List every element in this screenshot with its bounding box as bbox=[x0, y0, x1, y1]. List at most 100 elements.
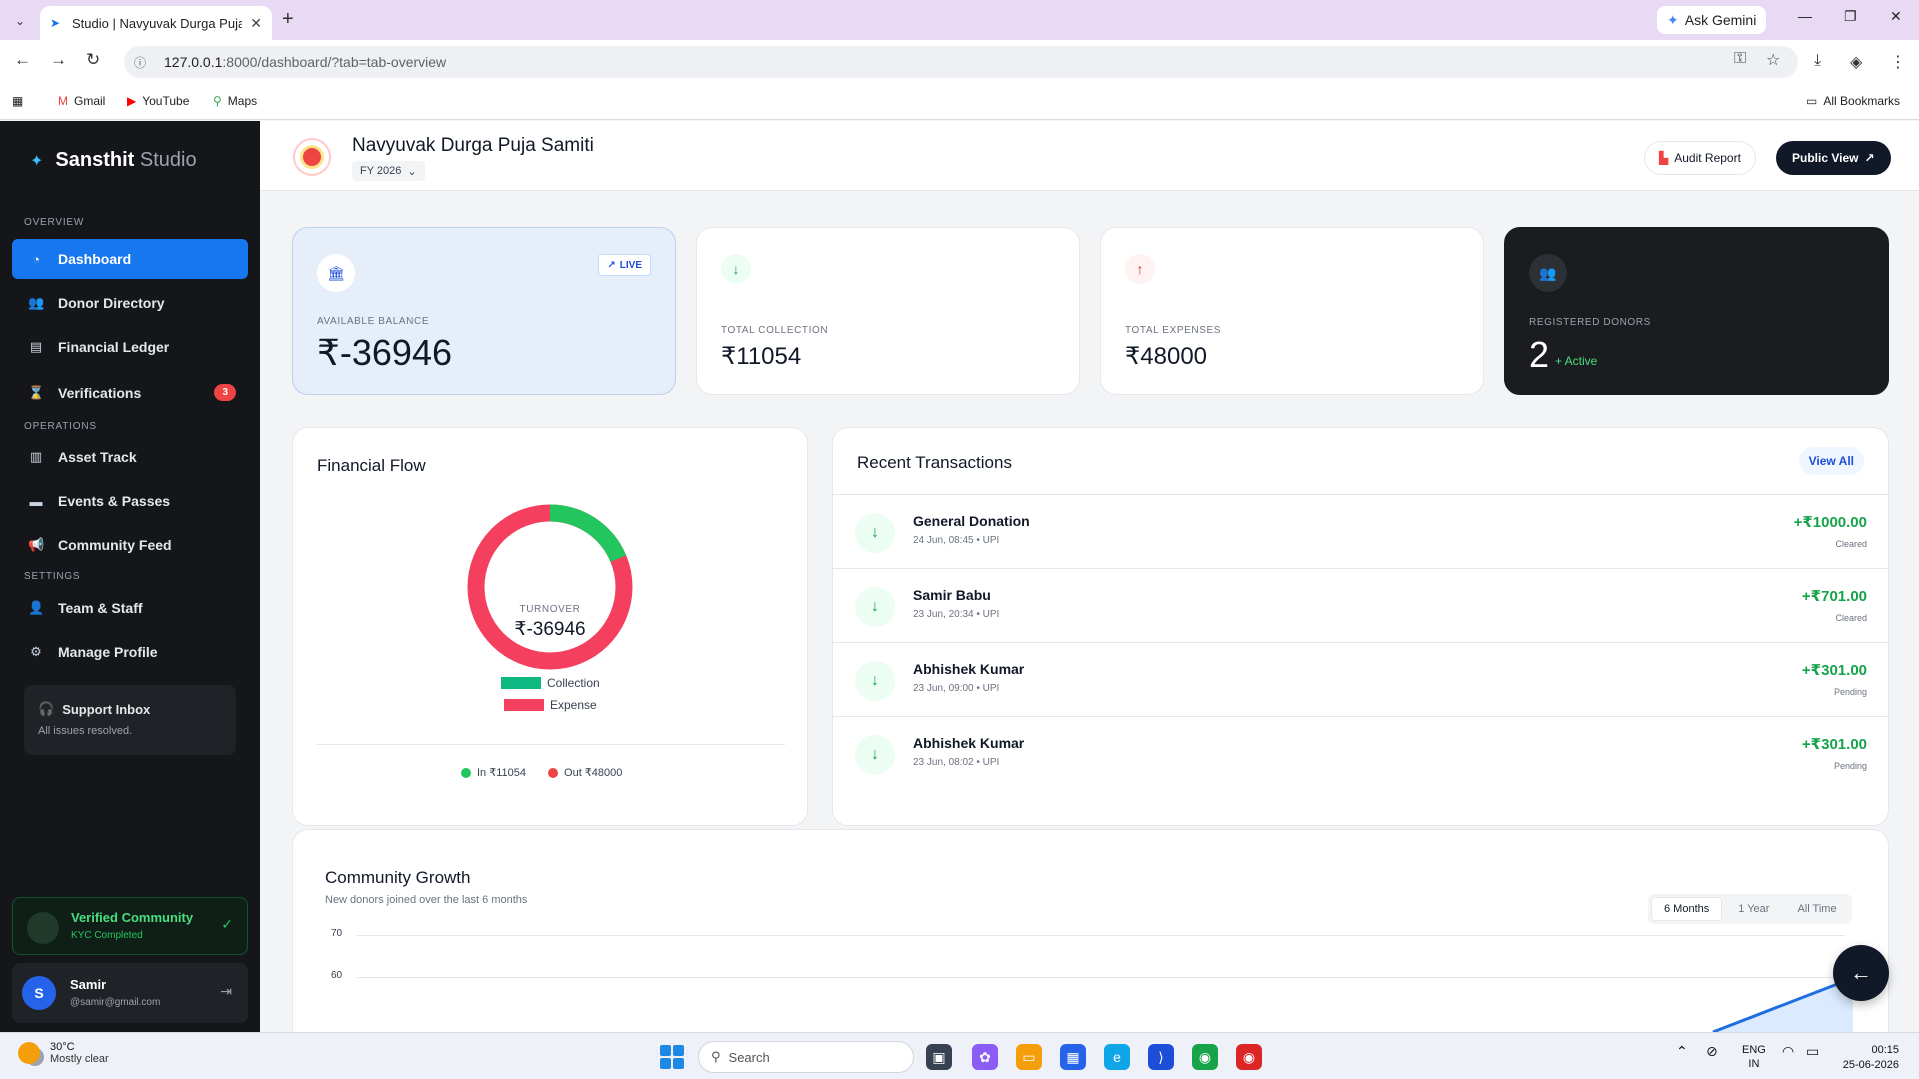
y-tick-label: 70 bbox=[331, 928, 343, 939]
sidebar-item-team-staff[interactable]: 👤 Team & Staff bbox=[12, 588, 248, 628]
total-collection-card: ↓ TOTAL COLLECTION ₹11054 bbox=[696, 227, 1080, 395]
close-window-icon[interactable]: ✕ bbox=[1890, 8, 1902, 25]
task-view-icon[interactable]: ▣ bbox=[926, 1044, 952, 1070]
sidebar-item-financial-ledger[interactable]: ▤ Financial Ledger bbox=[12, 327, 248, 367]
password-key-icon[interactable]: ⚿ bbox=[1734, 50, 1746, 68]
tab-title: Studio | Navyuvak Durga Puja S bbox=[72, 15, 243, 31]
legend-collection[interactable]: Collection bbox=[501, 676, 600, 690]
network-off-icon[interactable]: ⊘ bbox=[1706, 1043, 1718, 1060]
range-all-time[interactable]: All Time bbox=[1785, 898, 1848, 920]
recent-transactions-card: Recent Transactions View All ↓ General D… bbox=[832, 427, 1889, 826]
public-view-button[interactable]: Public View ↗ bbox=[1776, 141, 1891, 175]
growth-line bbox=[1712, 978, 1853, 1032]
hourglass-icon: ⌛ bbox=[28, 385, 45, 400]
brand[interactable]: ✦ Sansthit Studio bbox=[30, 149, 197, 172]
sidebar-item-community-feed[interactable]: 📢 Community Feed bbox=[12, 525, 248, 565]
extension-icon[interactable]: ◈ bbox=[1850, 52, 1862, 72]
sidebar-item-verifications[interactable]: ⌛ Verifications 3 bbox=[12, 373, 248, 413]
battery-icon[interactable]: ▭ bbox=[1806, 1043, 1819, 1060]
org-logo bbox=[293, 138, 331, 176]
copilot-icon[interactable]: ✿ bbox=[972, 1044, 998, 1070]
back-icon[interactable]: ← bbox=[14, 50, 31, 70]
vscode-icon[interactable]: ⟩ bbox=[1148, 1044, 1174, 1070]
table-row[interactable]: ↓ Samir Babu 23 Jun, 20:34 • UPI +₹701.0… bbox=[833, 568, 1888, 642]
chrome-icon[interactable]: ◉ bbox=[1236, 1044, 1262, 1070]
wifi-icon[interactable]: ◠ bbox=[1782, 1043, 1794, 1060]
browser-tab-bar: ⌄ ➤ Studio | Navyuvak Durga Puja S ✕ + ✦… bbox=[0, 0, 1919, 40]
table-row[interactable]: ↓ General Donation 24 Jun, 08:45 • UPI +… bbox=[833, 494, 1888, 568]
back-arrow-button[interactable]: ← bbox=[1833, 945, 1889, 1001]
url-host: 127.0.0.1 bbox=[164, 54, 223, 70]
logout-icon[interactable]: ⇥ bbox=[220, 983, 232, 1000]
support-inbox-card[interactable]: 🎧 Support Inbox All issues resolved. bbox=[24, 685, 236, 755]
favicon-icon: ➤ bbox=[50, 16, 61, 30]
gear-icon: ⚙ bbox=[30, 644, 42, 659]
warehouse-icon: ▥ bbox=[29, 449, 43, 464]
range-6-months[interactable]: 6 Months bbox=[1651, 897, 1723, 921]
arrow-down-icon: ↓ bbox=[855, 735, 895, 775]
legend-expense[interactable]: Expense bbox=[504, 698, 597, 712]
transaction-meta: 23 Jun, 09:00 • UPI bbox=[913, 683, 1000, 694]
recent-transactions-title: Recent Transactions bbox=[857, 453, 1012, 472]
clock[interactable]: 00:15 25-06-2026 bbox=[1843, 1043, 1899, 1073]
language-indicator[interactable]: ENG IN bbox=[1742, 1043, 1766, 1071]
sidebar-item-dashboard[interactable]: ◔ Dashboard bbox=[12, 239, 248, 279]
site-info-icon[interactable]: ⓘ bbox=[134, 54, 152, 71]
sidebar-item-events-passes[interactable]: ▬ Events & Passes bbox=[12, 481, 248, 521]
sidebar-item-manage-profile[interactable]: ⚙ Manage Profile bbox=[12, 632, 248, 672]
view-all-button[interactable]: View All bbox=[1798, 447, 1864, 475]
audit-report-button[interactable]: ▙ Audit Report bbox=[1644, 141, 1756, 175]
financial-flow-donut bbox=[467, 504, 633, 670]
browser-menu-icon[interactable]: ⋮ bbox=[1890, 52, 1906, 72]
collection-value: ₹11054 bbox=[721, 343, 802, 370]
table-row[interactable]: ↓ Abhishek Kumar 23 Jun, 09:00 • UPI +₹3… bbox=[833, 642, 1888, 716]
edge-icon[interactable]: e bbox=[1104, 1044, 1130, 1070]
browser-tab[interactable]: ➤ Studio | Navyuvak Durga Puja S ✕ bbox=[40, 6, 272, 40]
avatar[interactable]: S bbox=[22, 976, 56, 1010]
legend-collection-swatch bbox=[501, 677, 541, 689]
weather-widget[interactable]: 30°C Mostly clear bbox=[18, 1041, 109, 1065]
audit-report-label: Audit Report bbox=[1674, 151, 1741, 165]
user-email: @samir@gmail.com bbox=[70, 997, 161, 1008]
bookmark-gmail[interactable]: M Gmail bbox=[58, 94, 105, 108]
range-1-year[interactable]: 1 Year bbox=[1726, 898, 1781, 920]
bookmark-maps[interactable]: ⚲ Maps bbox=[213, 94, 257, 108]
bookmark-youtube[interactable]: ▶ YouTube bbox=[127, 94, 189, 108]
ticket-icon: ▬ bbox=[29, 493, 43, 509]
os-taskbar: 30°C Mostly clear ⚲ Search ▣ ✿ ▭ ▦ e ⟩ ◉… bbox=[0, 1032, 1919, 1079]
restore-icon[interactable]: ❐ bbox=[1844, 8, 1857, 25]
gmail-icon: M bbox=[58, 94, 68, 108]
download-icon[interactable]: ⤓ bbox=[1814, 52, 1821, 70]
chrome-profile-icon[interactable]: ◉ bbox=[1192, 1044, 1218, 1070]
bookmark-star-icon[interactable]: ☆ bbox=[1766, 50, 1780, 70]
new-tab-icon[interactable]: + bbox=[282, 8, 294, 31]
arrow-down-icon: ↓ bbox=[721, 254, 751, 284]
transaction-status: Cleared bbox=[1835, 539, 1867, 549]
address-bar[interactable]: ⓘ 127.0.0.1:8000/dashboard/?tab=tab-over… bbox=[124, 46, 1798, 78]
sidebar-item-label: Verifications bbox=[58, 385, 142, 401]
minimize-icon[interactable]: — bbox=[1798, 8, 1812, 24]
fiscal-year-select[interactable]: FY 2026 ⌄ bbox=[352, 161, 425, 181]
pdf-icon: ▙ bbox=[1659, 151, 1669, 165]
registered-donors-card: 👥 REGISTERED DONORS 2 + Active bbox=[1504, 227, 1889, 395]
sidebar-item-donor-directory[interactable]: 👥 Donor Directory bbox=[12, 283, 248, 323]
youtube-icon: ▶ bbox=[127, 94, 137, 108]
forward-icon[interactable]: → bbox=[50, 50, 67, 70]
table-row[interactable]: ↓ Abhishek Kumar 23 Jun, 08:02 • UPI +₹3… bbox=[833, 716, 1888, 790]
windows-start-icon[interactable] bbox=[660, 1045, 684, 1069]
apps-grid-icon[interactable]: ▦ bbox=[12, 94, 23, 108]
sidebar-item-asset-track[interactable]: ▥ Asset Track bbox=[12, 437, 248, 477]
tab-search-icon[interactable]: ⌄ bbox=[8, 9, 32, 33]
close-tab-icon[interactable]: ✕ bbox=[250, 15, 262, 32]
taskbar-search[interactable]: ⚲ Search bbox=[698, 1041, 914, 1073]
tray-chevron-icon[interactable]: ⌃ bbox=[1676, 1043, 1688, 1060]
ask-gemini-button[interactable]: ✦ Ask Gemini bbox=[1657, 6, 1767, 34]
store-icon[interactable]: ▦ bbox=[1060, 1044, 1086, 1070]
reload-icon[interactable]: ↻ bbox=[86, 50, 100, 70]
gemini-icon: ✦ bbox=[1667, 11, 1679, 28]
all-bookmarks[interactable]: ▭ All Bookmarks bbox=[1806, 94, 1900, 108]
transaction-name: Samir Babu bbox=[913, 587, 991, 603]
kyc-subtitle: KYC Completed bbox=[71, 930, 143, 941]
kyc-title: Verified Community bbox=[71, 910, 194, 925]
file-explorer-icon[interactable]: ▭ bbox=[1016, 1044, 1042, 1070]
